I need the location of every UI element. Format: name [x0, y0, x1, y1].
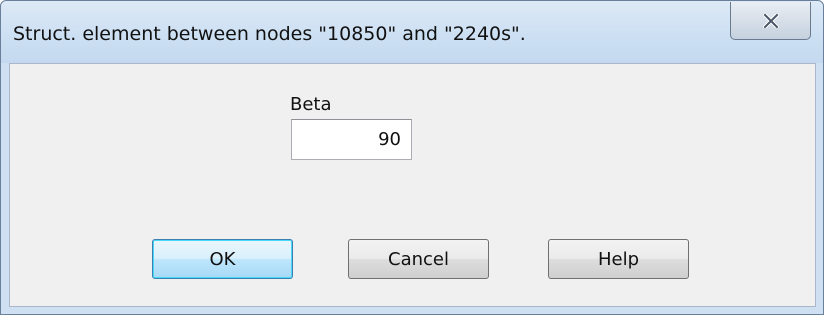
ok-button[interactable]: OK	[152, 239, 293, 279]
title-bar[interactable]: Struct. element between nodes "10850" an…	[1, 1, 823, 63]
dialog-window: Struct. element between nodes "10850" an…	[0, 0, 824, 315]
cancel-button[interactable]: Cancel	[348, 239, 489, 279]
window-title: Struct. element between nodes "10850" an…	[13, 23, 526, 45]
help-button[interactable]: Help	[548, 239, 689, 279]
beta-label: Beta	[290, 94, 332, 115]
close-icon	[762, 13, 779, 28]
beta-input[interactable]	[291, 119, 412, 160]
close-button[interactable]	[730, 2, 811, 40]
